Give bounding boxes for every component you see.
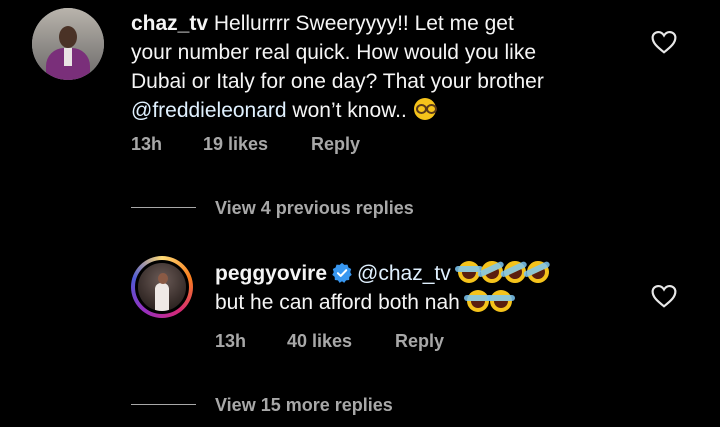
heart-icon[interactable] [651,284,677,308]
comment-line: @freddieleonard won’t know.. [131,96,544,125]
comment-username[interactable]: chaz_tv [131,12,208,35]
avatar-shirt [64,48,72,66]
reply-button[interactable]: Reply [395,331,444,352]
comment-line: but he can afford both nah [215,288,549,317]
comment-line: chaz_tv Hellurrrr Sweeryyyy!! Let me get [131,9,544,38]
verified-badge-icon [332,262,352,283]
avatar-figure [155,283,169,311]
avatar-head [158,273,168,284]
comment-text: won’t know.. [286,99,407,122]
divider-line [131,207,196,208]
comment-likes[interactable]: 40 likes [287,331,352,352]
avatar-chaz-tv[interactable] [32,8,104,80]
comment-line: peggyovire @chaz_tv [215,257,553,288]
avatar-head [59,26,77,48]
reply-body: peggyovire @chaz_tv but he can afford bo… [215,257,553,317]
comment-meta: 13h [131,134,162,155]
divider-line [131,404,196,405]
nerd-face-emoji-icon [413,98,437,120]
comment-line: your number real quick. How would you li… [131,41,537,64]
comment-body: chaz_tv Hellurrrr Sweeryyyy!! Let me get… [131,9,544,125]
comment-time: 13h [131,134,163,154]
view-more-replies-button[interactable]: View 15 more replies [215,395,393,416]
mention-link[interactable]: @freddieleonard [131,99,287,122]
rofl-emoji-icon [522,257,553,287]
comment-text: Hellurrrr Sweeryyyy!! Let me get [208,12,514,35]
heart-icon[interactable] [651,30,677,54]
avatar-peggyovire[interactable] [135,260,189,314]
laughing-emoji-icon [486,290,515,312]
laughing-emoji-icon [454,261,483,283]
comment-likes[interactable]: 19 likes [203,134,268,155]
comment-time: 13h [215,331,247,351]
laughing-emoji-icon [463,290,492,312]
mention-link[interactable]: @chaz_tv [357,262,451,285]
reply-button[interactable]: Reply [311,134,360,155]
comment-line: Dubai or Italy for one day? That your br… [131,70,544,93]
comment-username[interactable]: peggyovire [215,262,327,285]
comment-text: but he can afford both nah [215,291,460,314]
view-previous-replies-button[interactable]: View 4 previous replies [215,198,414,219]
